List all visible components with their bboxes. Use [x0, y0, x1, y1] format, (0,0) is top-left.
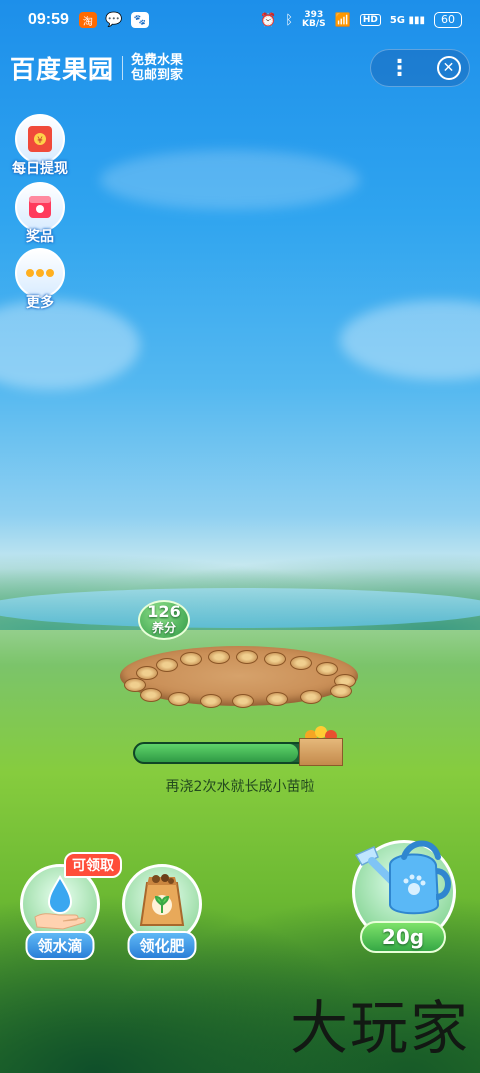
- fruit-box-icon: [295, 724, 347, 768]
- fertilizer-bag-icon: [139, 874, 185, 926]
- hd-badge: HD: [359, 14, 381, 26]
- close-button[interactable]: ✕: [436, 56, 461, 80]
- nutrient-unit: 养分: [151, 621, 176, 635]
- net-speed: 393 KB/S: [302, 10, 326, 29]
- wechat-icon: 💬: [105, 12, 123, 28]
- red-envelope-icon: ¥: [15, 114, 65, 164]
- status-time: 09:59: [28, 11, 69, 28]
- water-drop-hand-icon: [34, 875, 86, 930]
- sidebar-item-label: 更多: [26, 295, 54, 311]
- baidu-app-icon: 🐾: [130, 12, 149, 28]
- sidebar-item-label: 每日提现: [12, 161, 68, 177]
- planting-plot[interactable]: [120, 646, 358, 708]
- claimable-badge: 可领取: [64, 852, 122, 878]
- water-amount: 20g: [360, 921, 446, 953]
- status-bar: 09:59 淘 💬 🐾 ⏰ ᛒ 393 KB/S 📶 HD 5G ▮▮▮ 60: [0, 0, 480, 40]
- sidebar-item-label: 奖品: [26, 229, 54, 245]
- signal-icon: 5G ▮▮▮: [389, 14, 425, 26]
- watermark-text: 大玩家: [289, 994, 470, 1062]
- header-divider: [122, 56, 124, 80]
- svg-text:¥: ¥: [37, 136, 43, 146]
- sidebar-item-prizes[interactable]: 奖品: [12, 182, 68, 246]
- nutrient-value: 126: [147, 602, 181, 621]
- bluetooth-icon: ᛒ: [285, 12, 294, 28]
- brand-slogan: 免费水果 包邮到家: [131, 53, 184, 83]
- app-header: 百度果园 免费水果 包邮到家 ⋮ ✕: [10, 48, 470, 88]
- prize-gift-icon: [15, 182, 65, 232]
- more-dots-icon: [15, 248, 65, 298]
- more-options-button[interactable]: ⋮: [380, 56, 420, 81]
- growth-progress-fill: [135, 744, 298, 762]
- wifi-icon: 📶: [334, 12, 351, 28]
- alarm-icon: ⏰: [260, 12, 277, 28]
- mini-app-capsule: ⋮ ✕: [370, 49, 470, 87]
- get-fertilizer-button[interactable]: 领化肥: [122, 864, 202, 960]
- sidebar-item-more[interactable]: 更多: [12, 248, 68, 312]
- sidebar-item-daily-withdraw[interactable]: ¥ 每日提现: [12, 114, 68, 178]
- taobao-app-icon: 淘: [78, 12, 97, 28]
- get-water-label: 领水滴: [25, 931, 95, 960]
- watering-can-icon: [354, 840, 451, 915]
- brand-title: 百度果园: [10, 55, 115, 84]
- growth-hint-text: 再浇2次水就长成小苗啦: [165, 779, 315, 795]
- get-fertilizer-label: 领化肥: [127, 931, 197, 960]
- nutrient-score[interactable]: 126 养分: [138, 600, 190, 640]
- battery-indicator: 60: [434, 12, 462, 28]
- growth-progress-bar: [133, 742, 318, 764]
